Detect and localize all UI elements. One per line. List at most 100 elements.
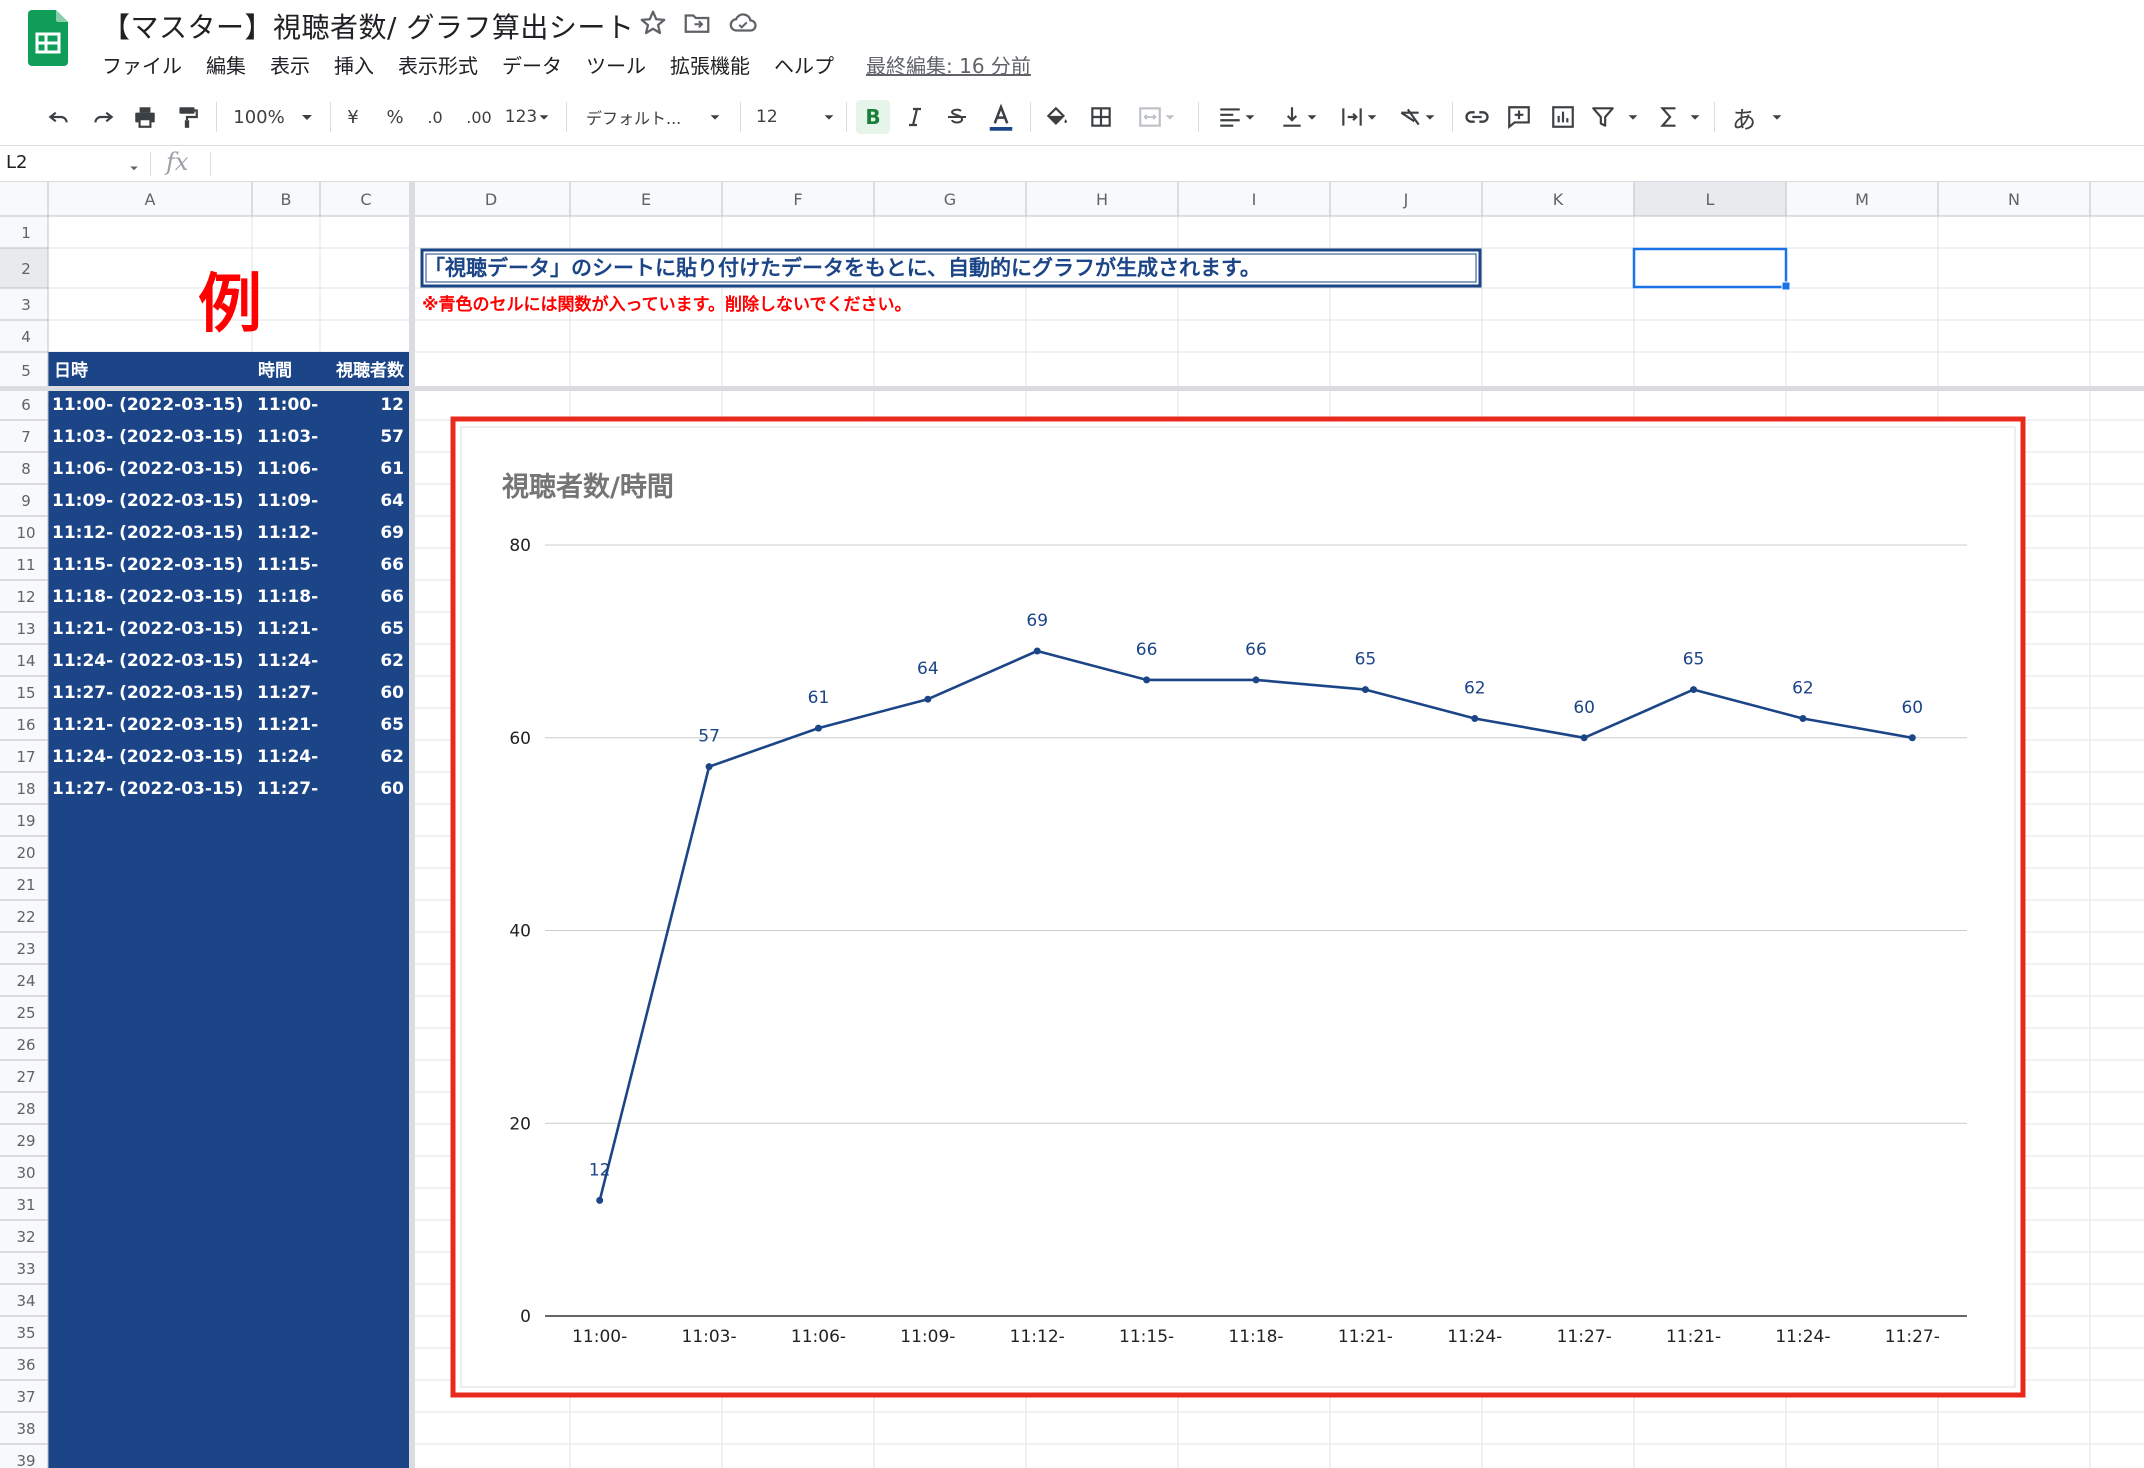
table-cell-datetime[interactable]: 11:15- (2022-03-15) [52, 555, 243, 575]
table-cell-viewers[interactable]: 69 [380, 523, 404, 543]
column-header-E[interactable]: E [641, 190, 651, 209]
row-header-13[interactable]: 13 [16, 620, 35, 638]
currency-format-button[interactable]: ¥ [340, 102, 366, 132]
input-tools-button[interactable]: あ [1728, 102, 1788, 134]
row-header-8[interactable]: 8 [21, 460, 31, 478]
table-cell-time[interactable]: 11:12- [257, 523, 318, 543]
selected-cell-L2[interactable] [1632, 247, 1788, 289]
data-point[interactable] [1252, 676, 1260, 684]
menu-help[interactable]: ヘルプ [774, 50, 834, 79]
zoom-select[interactable]: 100% [232, 102, 316, 132]
more-formats-button[interactable]: 123 [504, 102, 552, 132]
insert-link-button[interactable] [1462, 102, 1492, 132]
column-header-N[interactable]: N [2008, 190, 2020, 209]
font-family-select[interactable]: デフォルト... [586, 102, 722, 132]
merge-cells-button[interactable] [1130, 102, 1184, 132]
menu-extensions[interactable]: 拡張機能 [670, 50, 750, 79]
row-header-20[interactable]: 20 [16, 844, 35, 862]
row-header-21[interactable]: 21 [16, 876, 35, 894]
data-point[interactable] [924, 695, 932, 703]
row-header-29[interactable]: 29 [16, 1132, 35, 1150]
table-cell-viewers[interactable]: 60 [380, 779, 404, 799]
star-icon[interactable] [638, 8, 668, 38]
menu-tools[interactable]: ツール [586, 50, 646, 79]
fill-color-button[interactable] [1042, 102, 1072, 132]
table-cell-datetime[interactable]: 11:27- (2022-03-15) [52, 779, 243, 799]
text-wrapping-button[interactable] [1334, 102, 1384, 132]
table-cell-time[interactable]: 11:15- [257, 555, 318, 575]
row-header-16[interactable]: 16 [16, 716, 35, 734]
row-header-27[interactable]: 27 [16, 1068, 35, 1086]
row-header-17[interactable]: 17 [16, 748, 35, 766]
row-header-31[interactable]: 31 [16, 1196, 35, 1214]
data-point[interactable] [705, 763, 713, 771]
formula-input[interactable] [212, 146, 2144, 182]
table-cell-viewers[interactable]: 66 [380, 587, 404, 607]
table-cell-time[interactable]: 11:21- [257, 619, 318, 639]
table-cell-time[interactable]: 11:06- [257, 459, 318, 479]
table-cell-datetime[interactable]: 11:27- (2022-03-15) [52, 683, 243, 703]
table-cell-viewers[interactable]: 62 [380, 651, 404, 671]
insert-comment-button[interactable] [1504, 102, 1534, 132]
table-cell-time[interactable]: 11:18- [257, 587, 318, 607]
menu-format[interactable]: 表示形式 [398, 50, 478, 79]
row-header-37[interactable]: 37 [16, 1388, 35, 1406]
column-header-C[interactable]: C [360, 190, 371, 209]
table-cell-viewers[interactable]: 12 [380, 395, 404, 415]
data-table-area[interactable] [48, 352, 409, 1468]
table-cell-datetime[interactable]: 11:09- (2022-03-15) [52, 491, 243, 511]
row-header-7[interactable]: 7 [21, 428, 31, 446]
vertical-align-button[interactable] [1274, 102, 1324, 132]
text-rotation-button[interactable] [1392, 102, 1442, 132]
filter-button[interactable] [1590, 102, 1640, 132]
insert-chart-button[interactable] [1548, 102, 1578, 132]
row-header-28[interactable]: 28 [16, 1100, 35, 1118]
table-cell-datetime[interactable]: 11:24- (2022-03-15) [52, 747, 243, 767]
row-header-14[interactable]: 14 [16, 652, 35, 670]
table-cell-time[interactable]: 11:09- [257, 491, 318, 511]
data-point[interactable] [1690, 686, 1698, 694]
horizontal-align-button[interactable] [1212, 102, 1262, 132]
row-header-1[interactable]: 1 [21, 224, 31, 242]
row-header-10[interactable]: 10 [16, 524, 35, 542]
header-viewers[interactable]: 視聴者数 [335, 360, 405, 381]
row-header-24[interactable]: 24 [16, 972, 35, 990]
header-datetime[interactable]: 日時 [54, 360, 88, 381]
column-header-M[interactable]: M [1855, 190, 1869, 209]
menu-view[interactable]: 表示 [270, 50, 310, 79]
row-header-12[interactable]: 12 [16, 588, 35, 606]
table-cell-viewers[interactable]: 64 [380, 491, 404, 511]
column-header-L[interactable]: L [1706, 190, 1715, 209]
functions-button[interactable] [1654, 102, 1704, 132]
header-time[interactable]: 時間 [258, 360, 292, 381]
row-header-26[interactable]: 26 [16, 1036, 35, 1054]
row-header-5[interactable]: 5 [21, 362, 31, 380]
paint-format-button[interactable] [172, 102, 202, 132]
fill-handle[interactable] [1781, 281, 1791, 291]
table-cell-time[interactable]: 11:03- [257, 427, 318, 447]
sheets-logo-icon[interactable] [28, 10, 68, 66]
row-header-22[interactable]: 22 [16, 908, 35, 926]
font-size-select[interactable]: 12 [756, 102, 836, 132]
row-header-33[interactable]: 33 [16, 1260, 35, 1278]
column-header-B[interactable]: B [281, 190, 292, 209]
row-header-34[interactable]: 34 [16, 1292, 35, 1310]
table-cell-datetime[interactable]: 11:21- (2022-03-15) [52, 715, 243, 735]
row-header-23[interactable]: 23 [16, 940, 35, 958]
menu-insert[interactable]: 挿入 [334, 50, 374, 79]
column-header-J[interactable]: J [1403, 190, 1409, 209]
move-folder-icon[interactable] [682, 8, 712, 38]
data-point[interactable] [596, 1196, 604, 1204]
document-title[interactable]: 【マスター】視聴者数/ グラフ算出シート [102, 6, 634, 46]
menu-file[interactable]: ファイル [102, 50, 182, 79]
undo-button[interactable] [44, 102, 74, 132]
cloud-saved-icon[interactable] [728, 8, 758, 38]
table-cell-time[interactable]: 11:24- [257, 651, 318, 671]
menu-data[interactable]: データ [502, 50, 562, 79]
table-cell-viewers[interactable]: 62 [380, 747, 404, 767]
data-point[interactable] [1361, 686, 1369, 694]
table-cell-datetime[interactable]: 11:03- (2022-03-15) [52, 427, 243, 447]
strikethrough-button[interactable] [942, 102, 972, 132]
table-cell-time[interactable]: 11:27- [257, 779, 318, 799]
column-header-A[interactable]: A [145, 190, 156, 209]
